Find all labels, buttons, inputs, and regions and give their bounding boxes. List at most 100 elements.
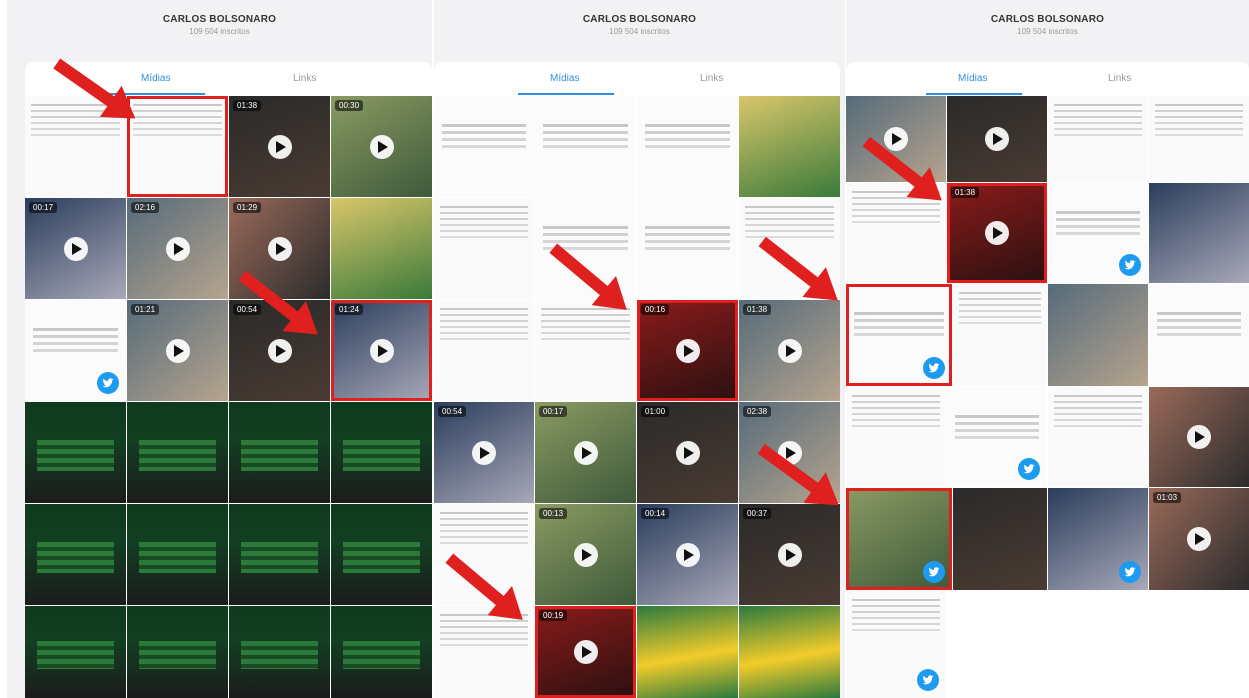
media-tile[interactable] [535, 96, 636, 197]
media-tile[interactable]: 01:21 [127, 300, 228, 401]
media-tile[interactable]: 01:03 [1149, 488, 1249, 590]
media-tile[interactable]: 01:00 [637, 402, 738, 503]
video-duration: 01:00 [641, 406, 670, 417]
media-tile[interactable] [1149, 284, 1249, 386]
video-duration: 01:38 [951, 187, 980, 198]
media-tile[interactable] [637, 606, 738, 698]
media-tile[interactable]: 01:38 [947, 183, 1047, 283]
video-duration: 00:14 [641, 508, 670, 519]
media-tile[interactable]: 01:24 [331, 300, 432, 401]
media-tile[interactable] [331, 198, 432, 299]
media-tile[interactable] [229, 504, 330, 605]
tab-links[interactable]: Links [1108, 73, 1131, 84]
play-icon [472, 440, 496, 465]
play-icon [573, 542, 598, 567]
media-card: Mídias Links 01:38 00:30 00:17 02:16 01:… [25, 62, 432, 698]
media-tile[interactable] [331, 606, 432, 698]
media-tile[interactable] [947, 96, 1047, 182]
media-tile[interactable]: 00:16 [637, 300, 738, 401]
tab-links[interactable]: Links [293, 73, 316, 84]
media-tile[interactable] [25, 300, 126, 401]
media-tile[interactable] [1048, 183, 1148, 283]
profile-name: CARLOS BOLSONARO [162, 14, 277, 25]
media-tile[interactable]: 02:16 [127, 198, 228, 299]
media-tile[interactable] [846, 284, 952, 386]
media-tile[interactable] [846, 387, 946, 487]
profile-name: CARLOS BOLSONARO [990, 14, 1105, 25]
media-tile[interactable] [434, 96, 534, 197]
media-tile[interactable] [1149, 387, 1249, 487]
subscriber-count: 109 504 inscritos [189, 27, 250, 36]
media-tile[interactable] [331, 402, 432, 503]
tab-media[interactable]: Mídias [550, 73, 579, 84]
media-tile[interactable] [229, 606, 330, 698]
video-duration: 00:30 [335, 100, 364, 111]
play-icon [267, 134, 292, 159]
media-tile[interactable] [127, 606, 228, 698]
media-tile[interactable] [846, 488, 952, 590]
video-duration: 02:38 [743, 406, 772, 417]
media-tile[interactable] [25, 402, 126, 503]
video-duration: 01:29 [233, 202, 262, 213]
media-tile[interactable] [637, 96, 738, 197]
play-icon [267, 236, 292, 261]
media-tile[interactable] [331, 504, 432, 605]
tab-media[interactable]: Mídias [141, 73, 170, 84]
media-tile[interactable] [953, 488, 1047, 590]
media-tile[interactable] [434, 198, 534, 299]
media-tile[interactable] [637, 198, 738, 299]
media-tile[interactable] [1048, 284, 1148, 386]
media-tile[interactable]: 00:17 [535, 402, 636, 503]
media-tile[interactable] [739, 96, 840, 197]
media-tile[interactable]: 00:17 [25, 198, 126, 299]
play-icon [63, 236, 88, 261]
media-tile[interactable]: 00:19 [535, 606, 636, 698]
active-tab-underline [926, 93, 1022, 95]
video-duration: 00:19 [539, 610, 568, 621]
media-tile[interactable] [1048, 488, 1148, 590]
media-tile[interactable]: 00:14 [637, 504, 738, 605]
media-tile[interactable] [127, 402, 228, 503]
twitter-bird-icon [1018, 458, 1040, 480]
media-tile[interactable] [127, 96, 228, 197]
media-tabs: Mídias Links [434, 62, 840, 96]
media-tile[interactable] [1149, 183, 1249, 283]
media-tile[interactable]: 00:54 [434, 402, 534, 503]
media-tile[interactable] [947, 387, 1047, 487]
media-tile[interactable] [229, 402, 330, 503]
video-duration: 01:24 [335, 304, 364, 315]
media-tile[interactable] [25, 504, 126, 605]
media-tile[interactable] [434, 300, 534, 401]
media-tile[interactable]: 00:13 [535, 504, 636, 605]
media-tile[interactable] [846, 591, 946, 698]
play-icon [675, 542, 700, 567]
video-duration: 00:13 [539, 508, 568, 519]
play-icon [369, 338, 394, 363]
media-tabs: Mídias Links [846, 62, 1249, 96]
media-tile[interactable] [25, 606, 126, 698]
media-tile[interactable] [127, 504, 228, 605]
video-duration: 01:38 [233, 100, 262, 111]
profile-media-panel-1: CARLOS BOLSONARO 109 504 inscritos Mídia… [7, 0, 432, 698]
media-tile[interactable] [1048, 96, 1148, 182]
profile-name: CARLOS BOLSONARO [582, 14, 697, 25]
twitter-bird-icon [97, 372, 119, 394]
subscriber-count: 109 504 inscritos [609, 27, 670, 36]
play-icon [985, 127, 1009, 151]
video-duration: 00:16 [641, 304, 670, 315]
media-tile[interactable] [953, 284, 1047, 386]
video-duration: 00:37 [743, 508, 772, 519]
media-tile[interactable] [739, 606, 840, 698]
active-tab-underline [518, 93, 614, 95]
media-tile[interactable] [1048, 387, 1148, 487]
video-duration: 01:38 [743, 304, 772, 315]
screenshot-collage: CARLOS BOLSONARO 109 504 inscritos Mídia… [0, 0, 1249, 698]
play-icon [777, 542, 802, 567]
media-tile[interactable] [1149, 96, 1249, 182]
tab-links[interactable]: Links [700, 73, 723, 84]
play-icon [165, 236, 190, 261]
twitter-bird-icon [923, 561, 945, 583]
media-tile[interactable]: 01:38 [229, 96, 330, 197]
tab-media[interactable]: Mídias [958, 73, 987, 84]
media-tile[interactable]: 00:30 [331, 96, 432, 197]
